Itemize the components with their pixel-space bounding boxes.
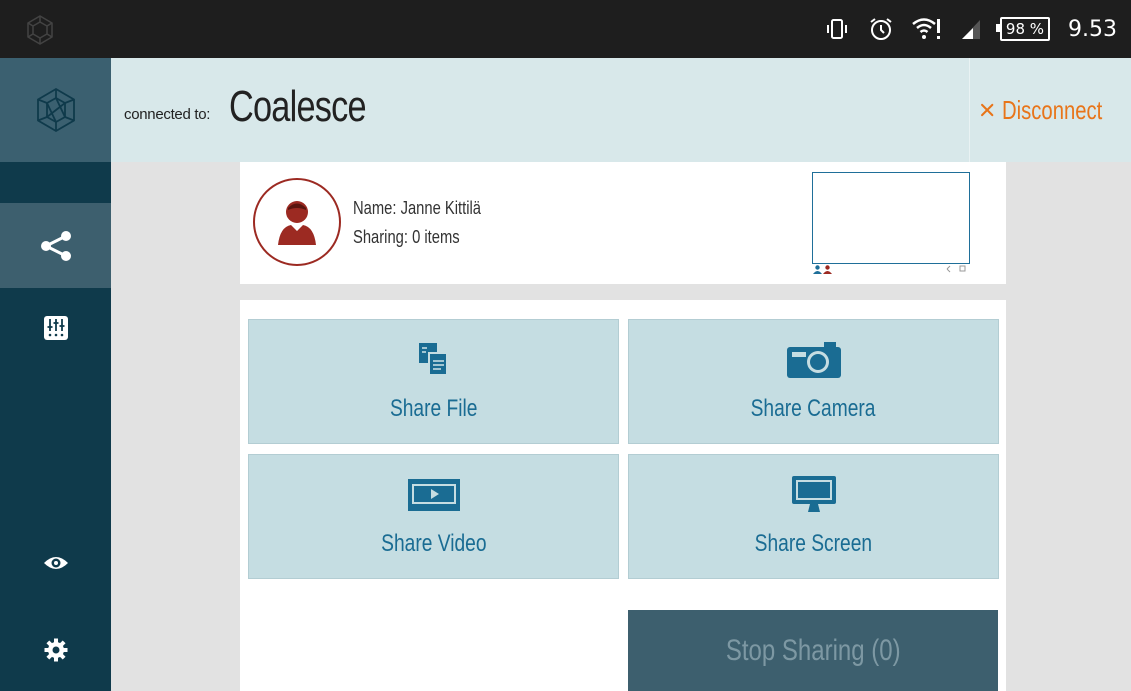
screen-preview[interactable] bbox=[812, 172, 970, 264]
sidebar bbox=[0, 58, 111, 691]
share-icon bbox=[40, 230, 71, 261]
preview-controls-icon bbox=[946, 265, 966, 273]
sidebar-item-mixer[interactable] bbox=[0, 303, 111, 353]
connected-label: connected to: bbox=[124, 106, 211, 123]
file-copy-icon bbox=[418, 343, 448, 376]
wifi-alert-icon bbox=[912, 16, 942, 42]
user-red-icon bbox=[823, 265, 832, 274]
app-logo-icon bbox=[27, 15, 53, 45]
close-icon bbox=[981, 103, 994, 117]
share-camera-button[interactable]: Share Camera bbox=[628, 319, 999, 444]
share-actions-panel: Share File Share Camera Share Video Shar… bbox=[240, 300, 1006, 691]
share-video-button[interactable]: Share Video bbox=[248, 454, 619, 579]
user-icon bbox=[278, 201, 316, 245]
stop-sharing-label: Stop Sharing (0) bbox=[725, 633, 901, 667]
share-file-button[interactable]: Share File bbox=[248, 319, 619, 444]
battery-indicator: 98 % bbox=[995, 17, 1051, 41]
monitor-icon bbox=[791, 476, 836, 512]
share-screen-button[interactable]: Share Screen bbox=[628, 454, 999, 579]
profile-sharing-count: Sharing: 0 items bbox=[353, 227, 460, 247]
gear-icon bbox=[44, 638, 67, 662]
share-file-label: Share File bbox=[389, 395, 478, 422]
user-blue-icon bbox=[813, 265, 822, 274]
eye-icon bbox=[43, 557, 68, 569]
sidebar-item-share[interactable] bbox=[0, 203, 111, 288]
profile-card: Name: Janne Kittilä Sharing: 0 items bbox=[240, 162, 1006, 284]
preview-users bbox=[813, 265, 832, 274]
alarm-icon bbox=[868, 16, 894, 42]
disconnect-label: Disconnect bbox=[1002, 94, 1103, 125]
share-screen-label: Share Screen bbox=[754, 530, 873, 557]
stop-sharing-button[interactable]: Stop Sharing (0) bbox=[628, 610, 998, 691]
sidebar-item-settings[interactable] bbox=[0, 628, 111, 672]
connected-name: Coalesce bbox=[229, 82, 367, 131]
mixer-icon bbox=[43, 316, 68, 340]
status-bar: 98 % 9.53 bbox=[0, 0, 1131, 58]
share-video-label: Share Video bbox=[380, 530, 487, 557]
profile-name: Name: Janne Kittilä bbox=[353, 198, 481, 218]
clock: 9.53 bbox=[1068, 16, 1117, 42]
vibrate-icon bbox=[824, 16, 850, 42]
share-camera-label: Share Camera bbox=[751, 395, 876, 422]
signal-icon bbox=[960, 17, 982, 41]
app-logo-icon bbox=[36, 87, 75, 133]
preview-controls bbox=[946, 265, 966, 275]
sidebar-item-view[interactable] bbox=[0, 543, 111, 583]
avatar bbox=[253, 178, 341, 266]
sidebar-logo bbox=[0, 58, 111, 162]
video-player-icon bbox=[407, 479, 460, 511]
disconnect-button[interactable]: Disconnect bbox=[969, 58, 1131, 162]
header: connected to: Coalesce Disconnect bbox=[111, 58, 1131, 162]
camera-icon bbox=[786, 342, 841, 378]
